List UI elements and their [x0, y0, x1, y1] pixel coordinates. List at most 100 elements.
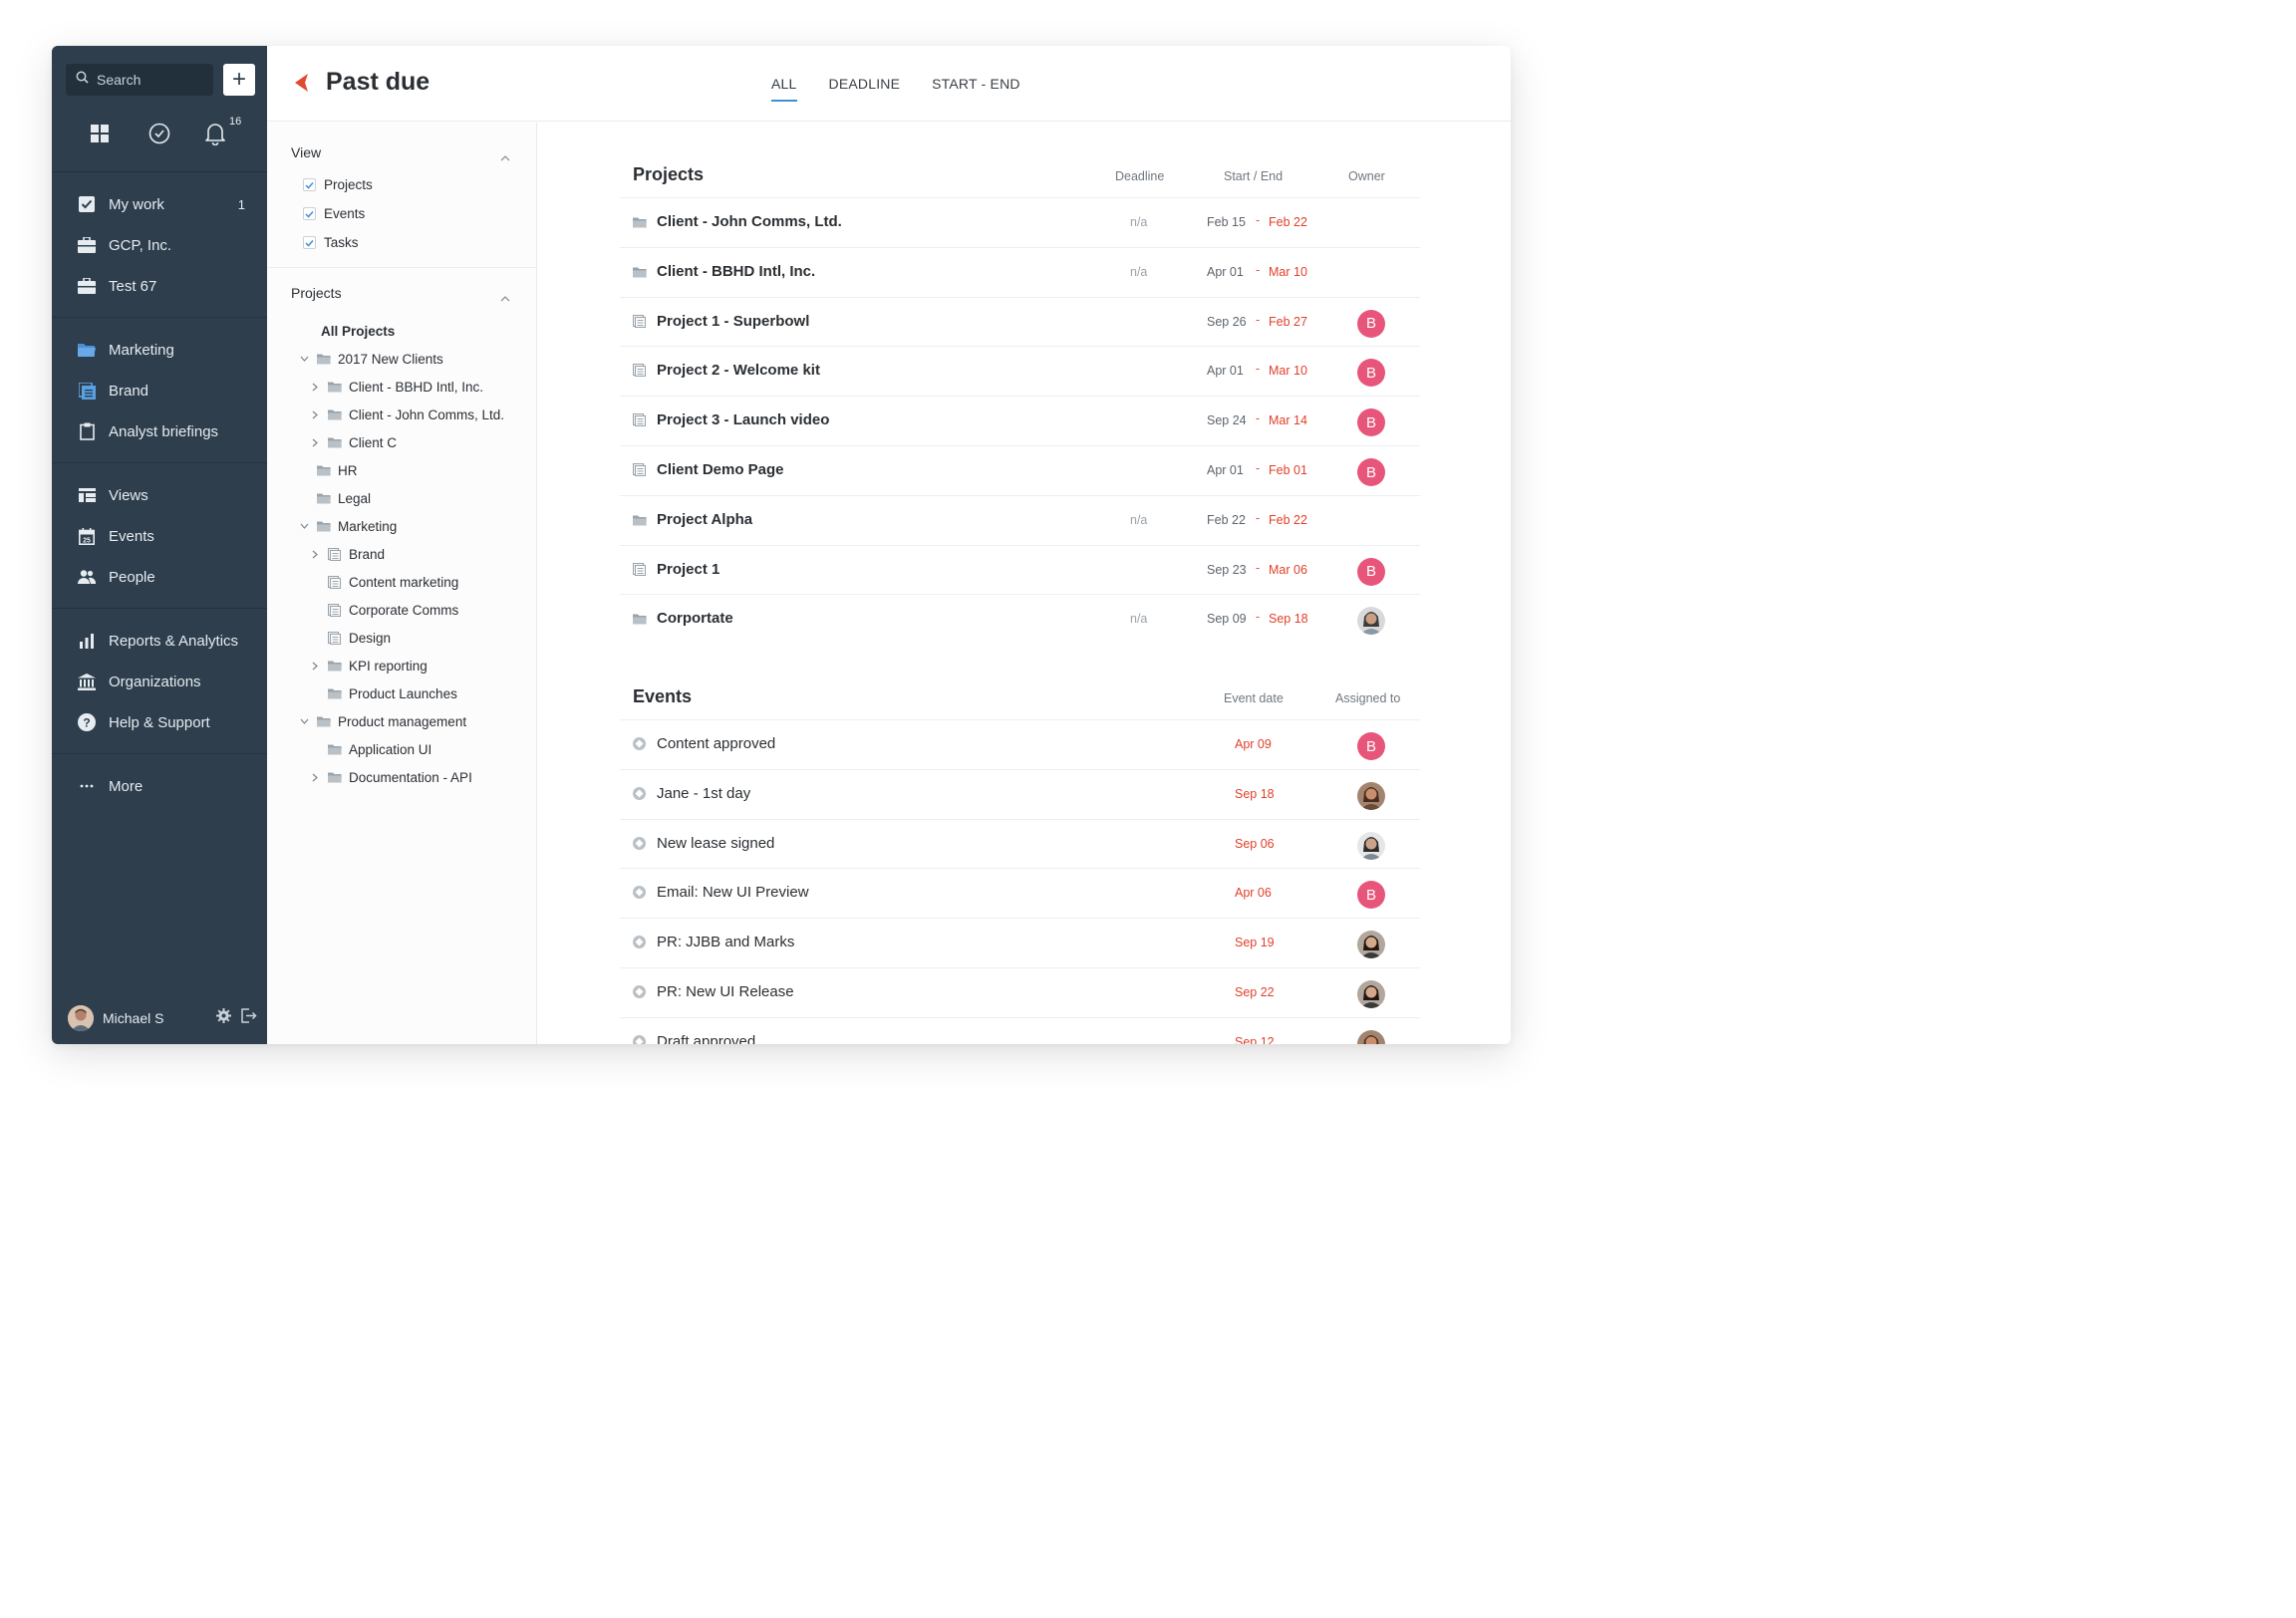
project-name[interactable]: Project 3 - Launch video: [657, 411, 829, 428]
sidebar-item-analyst-briefings[interactable]: Analyst briefings: [52, 413, 267, 449]
avatar[interactable]: [1357, 607, 1385, 636]
tree-item[interactable]: KPI reporting: [308, 655, 428, 676]
avatar[interactable]: B: [1357, 881, 1385, 910]
table-row[interactable]: Project 3 - Launch video Sep 24- Mar 14 B: [620, 396, 1420, 445]
checkbox[interactable]: [303, 178, 316, 191]
tree-item[interactable]: Product management: [297, 710, 466, 732]
chevron-up-icon[interactable]: [500, 148, 510, 166]
avatar[interactable]: B: [1357, 557, 1385, 586]
chevron-right-icon[interactable]: [308, 662, 322, 671]
sidebar-item-more[interactable]: More: [52, 768, 267, 804]
tree-item[interactable]: Content marketing: [308, 571, 458, 593]
tree-item[interactable]: HR: [297, 459, 358, 481]
event-name[interactable]: Jane - 1st day: [657, 785, 750, 802]
project-name[interactable]: Project Alpha: [657, 511, 752, 528]
avatar[interactable]: B: [1357, 309, 1385, 338]
avatar[interactable]: [1357, 1029, 1385, 1044]
tree-item[interactable]: Product Launches: [308, 682, 457, 704]
search-box[interactable]: [66, 64, 213, 96]
table-row[interactable]: Project 2 - Welcome kit Apr 01- Mar 10 B: [620, 346, 1420, 396]
table-row[interactable]: Project Alpha n/a Feb 22- Feb 22: [620, 494, 1420, 545]
chevron-up-icon[interactable]: [500, 289, 510, 307]
tree-item[interactable]: Brand: [308, 543, 385, 565]
avatar[interactable]: [1357, 980, 1385, 1008]
add-button[interactable]: +: [223, 64, 255, 96]
view-filter-projects[interactable]: Projects: [303, 177, 373, 192]
avatar[interactable]: B: [1357, 408, 1385, 437]
avatar[interactable]: B: [1357, 359, 1385, 388]
tree-item[interactable]: Design: [308, 627, 391, 649]
sidebar-item-test-67[interactable]: Test 67: [52, 268, 267, 304]
project-name[interactable]: Project 1: [657, 561, 719, 578]
project-name[interactable]: Project 2 - Welcome kit: [657, 362, 820, 379]
chevron-down-icon[interactable]: [297, 523, 311, 529]
tree-item[interactable]: Corporate Comms: [308, 599, 458, 621]
sidebar-item-events[interactable]: 25 Events: [52, 518, 267, 554]
event-name[interactable]: PR: New UI Release: [657, 983, 794, 1000]
tree-item[interactable]: Application UI: [308, 738, 431, 760]
tree-item[interactable]: All Projects: [321, 320, 395, 342]
gear-icon[interactable]: [216, 1008, 231, 1028]
tab-all[interactable]: ALL: [771, 76, 797, 102]
event-name[interactable]: New lease signed: [657, 835, 774, 852]
event-name[interactable]: PR: JJBB and Marks: [657, 934, 794, 950]
table-row[interactable]: PR: New UI Release Sep 22: [620, 967, 1420, 1017]
tree-item[interactable]: Client C: [308, 431, 397, 453]
event-name[interactable]: Email: New UI Preview: [657, 884, 809, 901]
table-row[interactable]: New lease signed Sep 06: [620, 818, 1420, 869]
avatar[interactable]: [1357, 781, 1385, 810]
sidebar-item-my-work[interactable]: My work 1: [52, 186, 267, 222]
project-name[interactable]: Project 1 - Superbowl: [657, 313, 809, 330]
tree-item[interactable]: 2017 New Clients: [297, 348, 443, 370]
project-name[interactable]: Client Demo Page: [657, 461, 784, 478]
table-row[interactable]: Jane - 1st day Sep 18: [620, 768, 1420, 819]
table-row[interactable]: Content approved Apr 09 B: [620, 719, 1420, 769]
avatar[interactable]: B: [1357, 732, 1385, 760]
sidebar-item-brand[interactable]: Brand: [52, 373, 267, 408]
chevron-down-icon[interactable]: [297, 718, 311, 724]
sidebar-item-people[interactable]: People: [52, 559, 267, 595]
sidebar-item-organizations[interactable]: Organizations: [52, 664, 267, 699]
sidebar-item-views[interactable]: Views: [52, 477, 267, 513]
tab-deadline[interactable]: DEADLINE: [829, 76, 901, 92]
table-row[interactable]: Project 1 Sep 23- Mar 06 B: [620, 544, 1420, 595]
table-row[interactable]: Client - John Comms, Ltd. n/a Feb 15- Feb 2…: [620, 197, 1420, 247]
chevron-right-icon[interactable]: [308, 773, 322, 782]
table-row[interactable]: Draft approved Sep 12: [620, 1016, 1420, 1044]
search-input[interactable]: [97, 72, 206, 88]
avatar[interactable]: [1357, 831, 1385, 860]
sidebar-item-reports-analytics[interactable]: Reports & Analytics: [52, 623, 267, 659]
chevron-right-icon[interactable]: [308, 550, 322, 559]
tree-item[interactable]: Marketing: [297, 515, 397, 537]
tree-item[interactable]: Client - John Comms, Ltd.: [308, 404, 504, 425]
timer-icon[interactable]: [145, 120, 173, 147]
view-filter-tasks[interactable]: Tasks: [303, 235, 359, 250]
table-row[interactable]: PR: JJBB and Marks Sep 19: [620, 918, 1420, 967]
checkbox[interactable]: [303, 207, 316, 220]
avatar[interactable]: [68, 1005, 94, 1031]
tab-start-end[interactable]: START - END: [932, 76, 1020, 92]
sidebar-item-help-support[interactable]: ? Help & Support: [52, 704, 267, 740]
project-name[interactable]: Client - John Comms, Ltd.: [657, 213, 842, 230]
dashboard-grid-icon[interactable]: [86, 120, 114, 147]
sidebar-item-marketing[interactable]: Marketing: [52, 332, 267, 368]
avatar[interactable]: B: [1357, 458, 1385, 486]
chevron-right-icon[interactable]: [308, 438, 322, 447]
notifications-bell-icon[interactable]: [201, 120, 229, 147]
tree-item[interactable]: Legal: [297, 487, 371, 509]
project-name[interactable]: Corportate: [657, 610, 733, 627]
table-row[interactable]: Project 1 - Superbowl Sep 26- Feb 27 B: [620, 296, 1420, 347]
logout-icon[interactable]: [241, 1008, 257, 1028]
table-row[interactable]: Client - BBHD Intl, Inc. n/a Apr 01- Mar 10: [620, 246, 1420, 297]
event-name[interactable]: Draft approved: [657, 1033, 755, 1044]
tree-item[interactable]: Client - BBHD Intl, Inc.: [308, 376, 483, 398]
checkbox[interactable]: [303, 236, 316, 249]
event-name[interactable]: Content approved: [657, 735, 775, 752]
back-arrow-icon[interactable]: [295, 74, 308, 97]
table-row[interactable]: Email: New UI Preview Apr 06 B: [620, 868, 1420, 918]
chevron-down-icon[interactable]: [297, 356, 311, 362]
sidebar-item-gcp-inc[interactable]: GCP, Inc.: [52, 227, 267, 263]
view-filter-events[interactable]: Events: [303, 206, 365, 221]
table-row[interactable]: Corportate n/a Sep 09- Sep 18: [620, 594, 1420, 644]
avatar[interactable]: [1357, 931, 1385, 959]
